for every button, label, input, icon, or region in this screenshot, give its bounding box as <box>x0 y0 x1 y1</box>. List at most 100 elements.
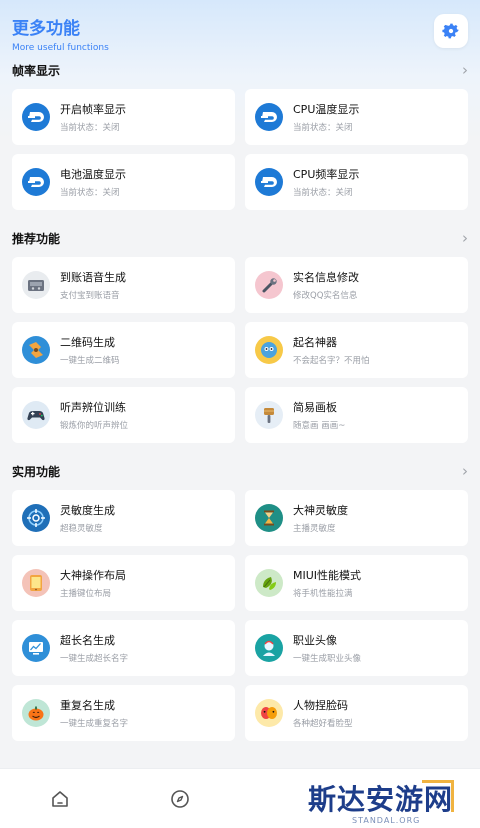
feature-title: 到账语音生成 <box>60 271 126 284</box>
pumpkin-icon <box>22 699 50 727</box>
feature-card[interactable]: 听声辨位训练 锻炼你的听声辨位 <box>12 387 235 443</box>
feature-title: CPU频率显示 <box>293 168 360 181</box>
feature-text: 灵敏度生成超稳灵敏度 <box>60 502 115 534</box>
feature-subtitle: 一键生成职业头像 <box>293 654 362 664</box>
compass-icon <box>171 790 189 808</box>
feature-text: 超长名生成一键生成超长名字 <box>60 632 128 664</box>
feature-list: 帧率显示 › 开启帧率显示 当前状态：关闭 CPU温度显示 当前状态：关闭 电池温度显示 当前… <box>0 56 480 755</box>
wrench-icon <box>255 271 283 299</box>
feature-text: 简易画板 随意画 画画~ <box>293 399 345 431</box>
chevron-right-icon: › <box>462 462 468 480</box>
mask-icon <box>255 699 283 727</box>
feature-subtitle: 一键生成二维码 <box>60 356 120 366</box>
section-header[interactable]: 推荐功能 › <box>12 224 468 252</box>
feature-text: 实名信息修改 修改QQ实名信息 <box>293 269 359 301</box>
feature-text: CPU温度显示 当前状态：关闭 <box>293 101 359 133</box>
feature-title: 超长名生成 <box>60 634 115 647</box>
feature-grid: 灵敏度生成超稳灵敏度 大神灵敏度主播灵敏度大神操作布局 主播键位布局 MIUI性能模式… <box>12 490 468 741</box>
settings-button[interactable] <box>434 14 468 48</box>
feature-card[interactable]: 到账语音生成 支付宝到账语音 <box>12 257 235 313</box>
feature-subtitle: 修改QQ实名信息 <box>293 291 358 301</box>
feature-text: 大神操作布局 主播键位布局 <box>60 567 126 599</box>
feature-subtitle: 支付宝到账语音 <box>60 291 120 301</box>
feature-text: 听声辨位训练 锻炼你的听声辨位 <box>60 399 128 431</box>
feature-title: MIUI性能模式 <box>293 569 362 582</box>
watermark-text: 斯达安游网 <box>308 783 454 816</box>
feature-card[interactable]: CPU温度显示 当前状态：关闭 <box>245 89 468 145</box>
chevron-right-icon: › <box>462 61 468 79</box>
feature-subtitle: 一键生成超长名字 <box>60 654 129 664</box>
radio-icon <box>22 271 50 299</box>
feature-card[interactable]: 电池温度显示 当前状态：关闭 <box>12 154 235 210</box>
feature-title: 职业头像 <box>293 634 337 647</box>
feature-card[interactable]: 实名信息修改 修改QQ实名信息 <box>245 257 468 313</box>
feature-text: 职业头像一键生成职业头像 <box>293 632 361 664</box>
feature-card[interactable]: 灵敏度生成超稳灵敏度 <box>12 490 235 546</box>
section-title: 帧率显示 <box>12 63 61 78</box>
feature-title: 二维码生成 <box>60 336 115 349</box>
feature-subtitle: 超稳灵敏度 <box>60 524 103 534</box>
feature-title: 人物捏脸码 <box>293 699 348 712</box>
feature-grid: 开启帧率显示 当前状态：关闭 CPU温度显示 当前状态：关闭 电池温度显示 当前状态：关闭… <box>12 89 468 210</box>
feature-subtitle: 当前状态：关闭 <box>293 123 353 133</box>
page-header: 更多功能 More useful functions <box>12 14 109 53</box>
nav-home[interactable] <box>50 789 70 809</box>
page-title: 更多功能 <box>12 19 80 39</box>
dash-icon <box>22 103 50 131</box>
feature-card[interactable]: 大神操作布局 主播键位布局 <box>12 555 235 611</box>
nav-discover[interactable] <box>170 789 190 809</box>
hourglass-icon <box>255 504 283 532</box>
feature-card[interactable]: 重复名生成一键生成重复名字 <box>12 685 235 741</box>
feature-title: 灵敏度生成 <box>60 504 115 517</box>
feature-card[interactable]: 职业头像一键生成职业头像 <box>245 620 468 676</box>
feature-card[interactable]: 大神灵敏度主播灵敏度 <box>245 490 468 546</box>
feature-text: 起名神器不会起名字？不用怕 <box>293 334 370 366</box>
feature-card[interactable]: 人物捏脸码各种超好看脸型 <box>245 685 468 741</box>
feature-text: MIUI性能模式 将手机性能拉满 <box>293 567 361 599</box>
chart-icon <box>22 634 50 662</box>
section-header[interactable]: 实用功能 › <box>12 457 468 485</box>
feature-subtitle: 不会起名字？不用怕 <box>293 356 370 366</box>
feature-text: 到账语音生成 支付宝到账语音 <box>60 269 126 301</box>
feature-title: 大神灵敏度 <box>293 504 348 517</box>
gear-icon <box>442 23 459 39</box>
feature-title: 电池温度显示 <box>60 168 126 181</box>
section-title: 推荐功能 <box>12 231 61 246</box>
gamepad-icon <box>22 401 50 429</box>
feature-subtitle: 锻炼你的听声辨位 <box>60 421 129 431</box>
target-icon <box>22 504 50 532</box>
dash-icon <box>255 103 283 131</box>
feature-card[interactable]: 开启帧率显示 当前状态：关闭 <box>12 89 235 145</box>
home-icon <box>52 791 68 807</box>
feature-subtitle: 主播键位布局 <box>60 589 112 599</box>
feature-subtitle: 一键生成重复名字 <box>60 719 129 729</box>
feature-text: 二维码生成一键生成二维码 <box>60 334 120 366</box>
chevron-right-icon: › <box>462 229 468 247</box>
tablet-icon <box>22 569 50 597</box>
feature-text: 人物捏脸码各种超好看脸型 <box>293 697 353 729</box>
feature-subtitle: 各种超好看脸型 <box>293 719 353 729</box>
watermark: 斯达安游网 STANDAL.ORG <box>300 776 480 828</box>
feature-subtitle: 主播灵敏度 <box>293 524 336 534</box>
feature-card[interactable]: MIUI性能模式 将手机性能拉满 <box>245 555 468 611</box>
feature-card[interactable]: 二维码生成一键生成二维码 <box>12 322 235 378</box>
feature-card[interactable]: CPU频率显示 当前状态：关闭 <box>245 154 468 210</box>
feature-grid: 到账语音生成 支付宝到账语音 实名信息修改 修改QQ实名信息二维码生成一键生成二维码 起… <box>12 257 468 443</box>
feature-card[interactable]: 超长名生成一键生成超长名字 <box>12 620 235 676</box>
page-subtitle: More useful functions <box>12 43 109 53</box>
section-header[interactable]: 帧率显示 › <box>12 56 468 84</box>
feature-card[interactable]: 起名神器不会起名字？不用怕 <box>245 322 468 378</box>
feature-card[interactable]: 简易画板 随意画 画画~ <box>245 387 468 443</box>
feature-title: 重复名生成 <box>60 699 115 712</box>
feature-title: CPU温度显示 <box>293 103 360 116</box>
leaf-icon <box>255 569 283 597</box>
section-title: 实用功能 <box>12 464 61 479</box>
feature-title: 实名信息修改 <box>293 271 359 284</box>
feature-text: 大神灵敏度主播灵敏度 <box>293 502 348 534</box>
feature-subtitle: 当前状态：关闭 <box>60 123 120 133</box>
feature-title: 起名神器 <box>293 336 337 349</box>
feature-title: 大神操作布局 <box>60 569 126 582</box>
